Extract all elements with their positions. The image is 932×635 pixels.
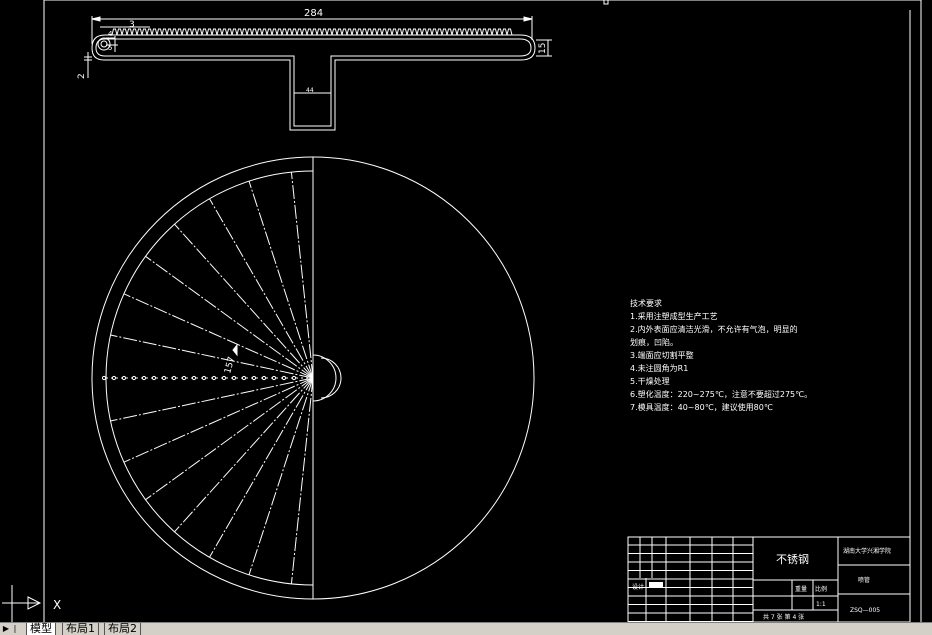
disc-hole-dot xyxy=(241,375,247,381)
school-text: 湖南大学兴湘学院 xyxy=(843,547,891,555)
tech-req-line: 5.干燥处理 xyxy=(630,376,670,386)
dim-stem: 44 xyxy=(306,87,314,94)
disc-spoke-line xyxy=(248,180,314,379)
disc-spoke-line xyxy=(123,377,314,463)
disc-hole-dot xyxy=(111,375,117,381)
disc-hole-dot xyxy=(101,375,107,381)
dim-small-b: 5 xyxy=(108,44,112,52)
frame-corner-mark xyxy=(603,0,609,5)
dim-overall-length: 284 xyxy=(304,8,323,19)
disc-hole-dot xyxy=(211,375,217,381)
scale-label: 比例 xyxy=(815,585,827,593)
weight-label: 重量 xyxy=(795,585,807,593)
disc-hole-dot xyxy=(281,375,287,381)
tech-req-line: 3.端面应切割平整 xyxy=(630,350,694,360)
dim-tooth-pitch: 3 xyxy=(129,20,135,30)
ucs-icon xyxy=(2,585,42,622)
layout-tab-bar: ▶ | 模型 布局1 布局2 xyxy=(0,622,932,635)
ucs-x-label: X xyxy=(53,598,61,612)
dim-small-a: 4 xyxy=(108,30,113,38)
dim-radial: 157 xyxy=(223,356,237,375)
tech-req-line: 7.模具温度：40~80℃，建议使用80℃ xyxy=(630,402,773,412)
disc-hole-dot xyxy=(271,375,277,381)
tech-req-line: 划痕，凹陷。 xyxy=(630,337,678,347)
disc-spoke-line xyxy=(123,293,314,379)
disc-spoke-line xyxy=(248,377,314,576)
tech-req-heading: 技术要求 xyxy=(630,298,662,308)
part-name-text: 喷管 xyxy=(858,576,870,584)
tech-req-line: 6.塑化温度：220~275℃，注意不要超过275℃。 xyxy=(630,389,812,399)
drawing-number: ZSQ—005 xyxy=(850,607,880,614)
dim-end-height: 15 xyxy=(538,43,548,54)
disc-hole-dot xyxy=(231,375,237,381)
disc-hole-dot xyxy=(191,375,197,381)
disc-hole-dot xyxy=(221,375,227,381)
disc-hole-dot xyxy=(291,375,297,381)
disc-hole-dot xyxy=(181,375,187,381)
disc-spoke-line xyxy=(290,172,314,379)
prev-tab-nav-icon[interactable]: | xyxy=(11,623,19,635)
sheet-info: 共 7 张 第 4 张 xyxy=(763,613,804,621)
disc-hole-dot xyxy=(151,375,157,381)
scale-value: 1:1 xyxy=(816,601,826,608)
disc-hole-dot xyxy=(251,375,257,381)
tech-requirements: 技术要求 1.采用注塑成型生产工艺 2.内外表面应清洁光滑，不允许有气泡，明显的划… xyxy=(630,298,812,412)
tech-req-line: 2.内外表面应清洁光滑，不允许有气泡，明显的 xyxy=(630,324,798,334)
disc-spoke-line xyxy=(174,223,314,379)
dim-wall: 2 xyxy=(77,73,87,79)
tab-layout-1[interactable]: 布局1 xyxy=(62,623,99,635)
tab-layout-2[interactable]: 布局2 xyxy=(104,623,141,635)
disc-hole-dot xyxy=(261,375,267,381)
tab-model[interactable]: 模型 xyxy=(26,623,56,635)
disc-hole-dot xyxy=(161,375,167,381)
first-tab-nav-icon[interactable]: ▶ xyxy=(2,623,10,635)
disc-view xyxy=(91,156,535,600)
design-label: 设计 xyxy=(632,583,644,591)
disc-hole-dot xyxy=(121,375,127,381)
tech-req-line: 1.采用注塑成型生产工艺 xyxy=(630,311,718,321)
design-name-box xyxy=(649,582,663,588)
disc-hole-dot xyxy=(201,375,207,381)
nozzle-profile xyxy=(84,16,552,131)
disc-hole-dot xyxy=(141,375,147,381)
disc-spoke-line xyxy=(174,377,314,533)
tech-req-line: 4.未注圆角为R1 xyxy=(630,363,688,373)
disc-hole-dot xyxy=(171,375,177,381)
drawing-canvas[interactable]: 284 3 4 5 15 2 44 157 技术要求 1.采用注塑成型生产工艺 2… xyxy=(0,0,932,635)
disc-hole-dot xyxy=(131,375,137,381)
disc-spoke-line xyxy=(290,377,314,584)
material-text: 不锈钢 xyxy=(776,553,809,566)
